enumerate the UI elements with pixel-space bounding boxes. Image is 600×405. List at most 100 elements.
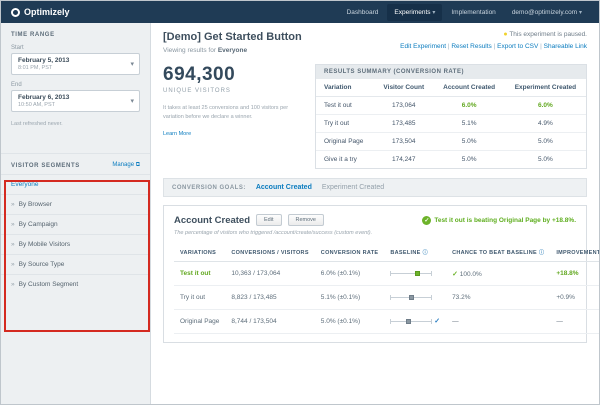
segment-label: By Source Type <box>18 261 65 268</box>
header-links: Edit ExperimentReset ResultsExport to CS… <box>400 43 587 50</box>
caret-down-icon: ▾ <box>432 9 436 16</box>
end-time-value: 10:50 AM, PST <box>18 102 55 108</box>
start-time-value: 8:01 PM, PST <box>18 65 53 71</box>
manage-label: Manage <box>112 162 135 168</box>
end-date-value: February 6, 2013 <box>18 94 70 101</box>
goal-title: Account Created <box>174 214 251 226</box>
goal-results-table: VARIATIONS CONVERSIONS / VISITORS CONVER… <box>174 244 599 334</box>
winner-note: It takes at least 25 conversions and 100… <box>163 105 289 120</box>
nav-experiments[interactable]: Experiments ▾ <box>387 3 443 21</box>
caret-down-icon: ▾ <box>130 98 134 105</box>
results-summary-title: RESULTS SUMMARY (CONVERSION RATE) <box>316 65 586 79</box>
table-row: Try it out 8,823 / 173,485 5.1% (±0.1%) … <box>174 285 599 310</box>
stats-row: 694,300 UNIQUE VISITORS It takes at leas… <box>163 64 587 169</box>
table-row: Try it out 173,485 5.1% 4.9% <box>316 114 586 133</box>
account-created-panel: Account Created Edit Remove ✓ Test it ou… <box>163 205 599 343</box>
col-baseline: BASELINE <box>390 250 421 256</box>
page-title: [Demo] Get Started Button <box>163 31 302 43</box>
variation-name: Original Page <box>174 309 226 334</box>
export-csv-link[interactable]: Export to CSV <box>497 43 544 50</box>
segment-by-campaign[interactable]: » By Campaign <box>1 214 150 234</box>
tab-experiment-created[interactable]: Experiment Created <box>322 184 384 191</box>
manage-segments-link[interactable]: Manage ⧉ <box>112 162 140 169</box>
edit-experiment-link[interactable]: Edit Experiment <box>400 43 451 50</box>
unique-visitors-label: UNIQUE VISITORS <box>163 88 231 94</box>
end-date-picker[interactable]: February 6, 2013 10:50 AM, PST ▾ <box>11 90 140 112</box>
chevron-right-icon: » <box>11 201 15 208</box>
improvement-value: +0.9% <box>550 285 599 310</box>
segment-label: By Browser <box>18 201 52 208</box>
account-email: demo@optimizely.com <box>511 8 578 16</box>
check-icon: ✓ <box>452 270 458 278</box>
remove-goal-button[interactable]: Remove <box>287 214 324 226</box>
chevron-right-icon: » <box>11 221 15 228</box>
experiment-status: ● This experiment is paused. <box>400 31 587 38</box>
visitor-segments-section: VISITOR SEGMENTS Manage ⧉ Everyone » By B… <box>1 153 150 294</box>
confidence-interval-slider <box>390 293 433 302</box>
segment-by-mobile-visitors[interactable]: » By Mobile Visitors <box>1 234 150 254</box>
baseline-check-icon: ✓ <box>434 318 441 326</box>
status-text: This experiment is paused. <box>509 31 587 38</box>
chance-value: — <box>452 318 459 325</box>
account-rate: 5.0% <box>461 156 477 163</box>
table-row: Original Page 173,504 5.0% 5.0% <box>316 132 586 151</box>
segment-by-browser[interactable]: » By Browser <box>1 194 150 214</box>
segment-label: By Campaign <box>18 221 58 228</box>
segment-by-custom-segment[interactable]: » By Custom Segment <box>1 274 150 294</box>
start-date-value: February 5, 2013 <box>18 57 70 64</box>
chance-value: 100.0% <box>459 270 482 278</box>
account-rate: 5.1% <box>433 114 505 133</box>
main-content: [Demo] Get Started Button Viewing result… <box>151 23 599 404</box>
experiment-rate: 6.0% <box>504 96 586 115</box>
edit-goal-button[interactable]: Edit <box>256 214 282 226</box>
nav-implementation[interactable]: Implementation <box>444 4 502 21</box>
tab-account-created[interactable]: Account Created <box>256 184 312 191</box>
variation-name: Original Page <box>316 132 375 151</box>
unique-visitors-count: 694,300 <box>163 64 236 85</box>
start-date-picker[interactable]: February 5, 2013 8:01 PM, PST ▾ <box>11 53 140 75</box>
nav-dashboard[interactable]: Dashboard <box>340 4 386 21</box>
info-icon[interactable]: ⓘ <box>423 250 428 256</box>
nav-account-menu[interactable]: demo@optimizely.com ▾ <box>505 4 589 21</box>
caret-down-icon: ▾ <box>130 61 134 68</box>
start-label: Start <box>11 45 24 51</box>
conversion-rate: 6.0% (±0.1%) <box>314 261 385 286</box>
account-rate: 6.0% <box>433 96 505 115</box>
variation-name: Try it out <box>174 285 226 310</box>
visitor-count: 173,064 <box>374 96 434 115</box>
check-circle-icon: ✓ <box>422 215 432 225</box>
improvement-value: — <box>550 309 599 334</box>
conversions-visitors: 8,744 / 173,504 <box>225 309 315 334</box>
chance-value: 73.2% <box>452 294 471 301</box>
variation-name: Try it out <box>316 114 375 133</box>
conversion-goals-bar: CONVERSION GOALS: Account Created Experi… <box>163 178 587 197</box>
experiment-rate: 4.9% <box>504 114 586 133</box>
segment-by-source-type[interactable]: » By Source Type <box>1 254 150 274</box>
variation-name: Test it out <box>316 96 375 115</box>
segment-label: By Mobile Visitors <box>18 241 71 248</box>
visitor-segments-title: VISITOR SEGMENTS <box>11 162 80 169</box>
last-refreshed-text: Last refreshed never. <box>11 121 63 127</box>
confidence-interval-slider <box>390 269 433 278</box>
info-icon[interactable]: ⓘ <box>539 250 544 256</box>
optimizely-logo[interactable]: Optimizely <box>11 7 70 17</box>
shareable-link[interactable]: Shareable Link <box>544 43 587 50</box>
learn-more-link[interactable]: Learn More <box>163 131 191 137</box>
visitor-count: 173,485 <box>374 114 434 133</box>
col-visitor-count: Visitor Count <box>374 79 434 97</box>
table-row: Give it a try 174,247 5.0% 5.0% <box>316 151 586 169</box>
segment-everyone[interactable]: Everyone <box>1 174 150 194</box>
reset-results-link[interactable]: Reset Results <box>451 43 497 50</box>
optimizely-dashboard: Optimizely Dashboard Experiments ▾ Imple… <box>0 0 600 405</box>
account-rate: 5.0% <box>433 132 505 151</box>
chevron-right-icon: » <box>11 241 15 248</box>
winner-callout: ✓ Test it out is beating Original Page b… <box>422 215 576 225</box>
col-chance-to-beat: CHANCE TO BEAT BASELINE <box>452 250 537 256</box>
conversions-visitors: 10,363 / 173,064 <box>225 261 315 286</box>
table-row: Test it out 173,064 6.0% 6.0% <box>316 96 586 115</box>
chevron-right-icon: » <box>11 281 15 288</box>
col-account-created: Account Created <box>433 79 505 97</box>
top-navbar: Optimizely Dashboard Experiments ▾ Imple… <box>1 1 599 23</box>
segment-label: By Custom Segment <box>18 281 79 288</box>
winner-text: Test it out is beating Original Page by … <box>434 216 576 224</box>
